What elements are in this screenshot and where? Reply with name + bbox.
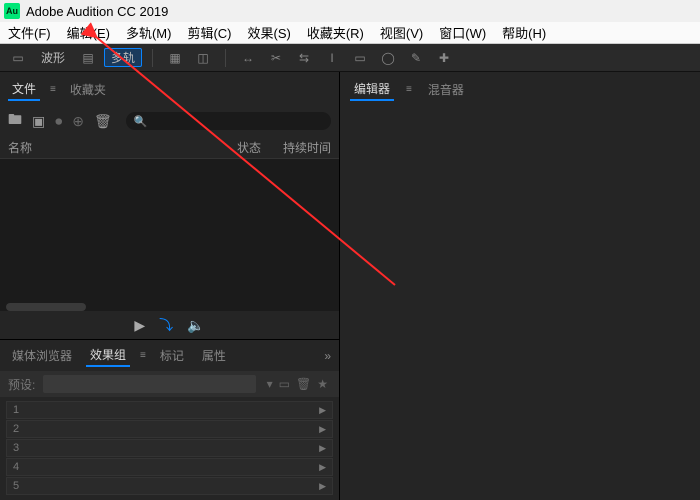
files-panel: 文件 ≡ 收藏夹 🖿 ▣ ⏺ ⊕ 🗑 🔍 名称 状态 持续时间 — [0, 72, 339, 339]
chevron-right-icon: ▶ — [319, 481, 326, 492]
tool-spectral-icon[interactable]: ▦ — [163, 48, 187, 68]
files-toolbar: 🖿 ▣ ⏺ ⊕ 🗑 🔍 — [0, 105, 339, 137]
menu-file[interactable]: 文件(F) — [0, 23, 59, 42]
right-column: 编辑器 ≡ 混音器 — [340, 72, 700, 500]
favorite-icon[interactable]: ★ — [317, 377, 328, 391]
left-column: 文件 ≡ 收藏夹 🖿 ▣ ⏺ ⊕ 🗑 🔍 名称 状态 持续时间 — [0, 72, 340, 500]
tab-mixer[interactable]: 混音器 — [424, 79, 468, 100]
col-name[interactable]: 名称 — [8, 139, 191, 156]
tool-slip-icon[interactable]: ⇆ — [292, 48, 316, 68]
tool-move-icon[interactable]: ↔ — [236, 48, 260, 68]
horizontal-scrollbar[interactable] — [6, 303, 86, 311]
main-area: 文件 ≡ 收藏夹 🖿 ▣ ⏺ ⊕ 🗑 🔍 名称 状态 持续时间 — [0, 72, 700, 500]
separator — [152, 49, 153, 67]
tab-effects-rack[interactable]: 效果组 — [86, 344, 130, 367]
col-status[interactable]: 状态 — [191, 139, 261, 156]
mode-toolbar: ▭ 波形 ▤ 多轨 ▦ ◫ ↔ ✂ ⇆ I ▭ ◯ ✎ ✚ — [0, 44, 700, 72]
effects-slots: 1▶ 2▶ 3▶ 4▶ 5▶ — [0, 397, 339, 500]
multitrack-mode[interactable]: 多轨 — [104, 48, 142, 67]
search-icon: 🔍 — [134, 115, 148, 128]
menu-help[interactable]: 帮助(H) — [494, 23, 554, 42]
chevron-right-icon: ▶ — [319, 443, 326, 454]
chevron-right-icon: ▶ — [319, 405, 326, 416]
save-preset-icon[interactable]: ▭ — [279, 377, 290, 391]
new-file-icon[interactable]: ▣ — [32, 113, 45, 130]
import-icon[interactable]: ⤵ — [159, 315, 173, 335]
files-column-header: 名称 状态 持续时间 — [0, 137, 339, 159]
waveform-mode[interactable]: 波形 — [34, 48, 72, 67]
editor-panel-tabs: 编辑器 ≡ 混音器 — [340, 72, 700, 107]
tab-properties[interactable]: 属性 — [198, 345, 230, 366]
app-title: Adobe Audition CC 2019 — [26, 4, 168, 19]
files-list[interactable] — [0, 159, 339, 311]
menu-bar: 文件(F) 编辑(E) 多轨(M) 剪辑(C) 效果(S) 收藏夹(R) 视图(… — [0, 22, 700, 44]
fx-slot[interactable]: 4▶ — [6, 458, 333, 476]
fx-slot[interactable]: 3▶ — [6, 439, 333, 457]
tab-menu-icon[interactable]: ≡ — [406, 84, 412, 95]
record-icon[interactable]: ⏺ — [55, 113, 62, 130]
tab-files[interactable]: 文件 — [8, 78, 40, 101]
tool-brush-icon[interactable]: ✎ — [404, 48, 428, 68]
menu-clip[interactable]: 剪辑(C) — [179, 23, 239, 42]
delete-icon[interactable]: 🗑 — [94, 113, 112, 130]
preset-row: 预设: ▾ ▭ 🗑 ★ — [0, 371, 339, 397]
menu-edit[interactable]: 编辑(E) — [59, 23, 118, 42]
search-input[interactable] — [147, 115, 323, 127]
tab-menu-icon[interactable]: ≡ — [140, 350, 146, 361]
fx-slot[interactable]: 5▶ — [6, 477, 333, 495]
tab-markers[interactable]: 标记 — [156, 345, 188, 366]
tab-media-browser[interactable]: 媒体浏览器 — [8, 345, 76, 366]
menu-window[interactable]: 窗口(W) — [431, 23, 494, 42]
chevron-right-icon: ▶ — [319, 462, 326, 473]
delete-preset-icon[interactable]: 🗑 — [296, 377, 311, 391]
tab-favorites[interactable]: 收藏夹 — [66, 79, 110, 100]
more-tabs-icon[interactable]: » — [324, 349, 331, 363]
menu-effects[interactable]: 效果(S) — [240, 23, 299, 42]
tool-heal-icon[interactable]: ✚ — [432, 48, 456, 68]
fx-slot[interactable]: 2▶ — [6, 420, 333, 438]
menu-multitrack[interactable]: 多轨(M) — [118, 23, 180, 42]
tool-pitch-icon[interactable]: ◫ — [191, 48, 215, 68]
fx-slot[interactable]: 1▶ — [6, 401, 333, 419]
preset-label: 预设: — [8, 376, 35, 393]
tool-marquee-icon[interactable]: ▭ — [348, 48, 372, 68]
insert-icon[interactable]: ⊕ — [72, 113, 84, 130]
chevron-down-icon[interactable]: ▾ — [267, 377, 273, 391]
loop-audio-icon[interactable]: 🔈 — [187, 317, 204, 334]
open-folder-icon[interactable]: 🖿 — [8, 109, 22, 133]
app-icon: Au — [4, 3, 20, 19]
separator — [225, 49, 226, 67]
chevron-right-icon: ▶ — [319, 424, 326, 435]
title-bar: Au Adobe Audition CC 2019 — [0, 0, 700, 22]
search-field[interactable]: 🔍 — [126, 112, 331, 130]
tool-time-icon[interactable]: I — [320, 48, 344, 68]
lower-panel: 媒体浏览器 效果组 ≡ 标记 属性 » 预设: ▾ ▭ 🗑 ★ 1▶ 2▶ 3▶… — [0, 339, 339, 500]
tab-editor[interactable]: 编辑器 — [350, 78, 394, 101]
lower-panel-tabs: 媒体浏览器 效果组 ≡ 标记 属性 » — [0, 340, 339, 371]
menu-view[interactable]: 视图(V) — [372, 23, 431, 42]
files-panel-tabs: 文件 ≡ 收藏夹 — [0, 72, 339, 105]
tool-lasso-icon[interactable]: ◯ — [376, 48, 400, 68]
col-duration[interactable]: 持续时间 — [261, 139, 331, 156]
menu-favorites[interactable]: 收藏夹(R) — [299, 23, 372, 42]
preset-select[interactable] — [43, 375, 255, 393]
tool-razor-icon[interactable]: ✂ — [264, 48, 288, 68]
play-icon[interactable]: ▶ — [134, 317, 145, 334]
preview-transport: ▶ ⤵ 🔈 — [0, 311, 339, 339]
waveform-icon[interactable]: ▭ — [6, 48, 30, 68]
multitrack-icon[interactable]: ▤ — [76, 48, 100, 68]
tab-menu-icon[interactable]: ≡ — [50, 84, 56, 95]
